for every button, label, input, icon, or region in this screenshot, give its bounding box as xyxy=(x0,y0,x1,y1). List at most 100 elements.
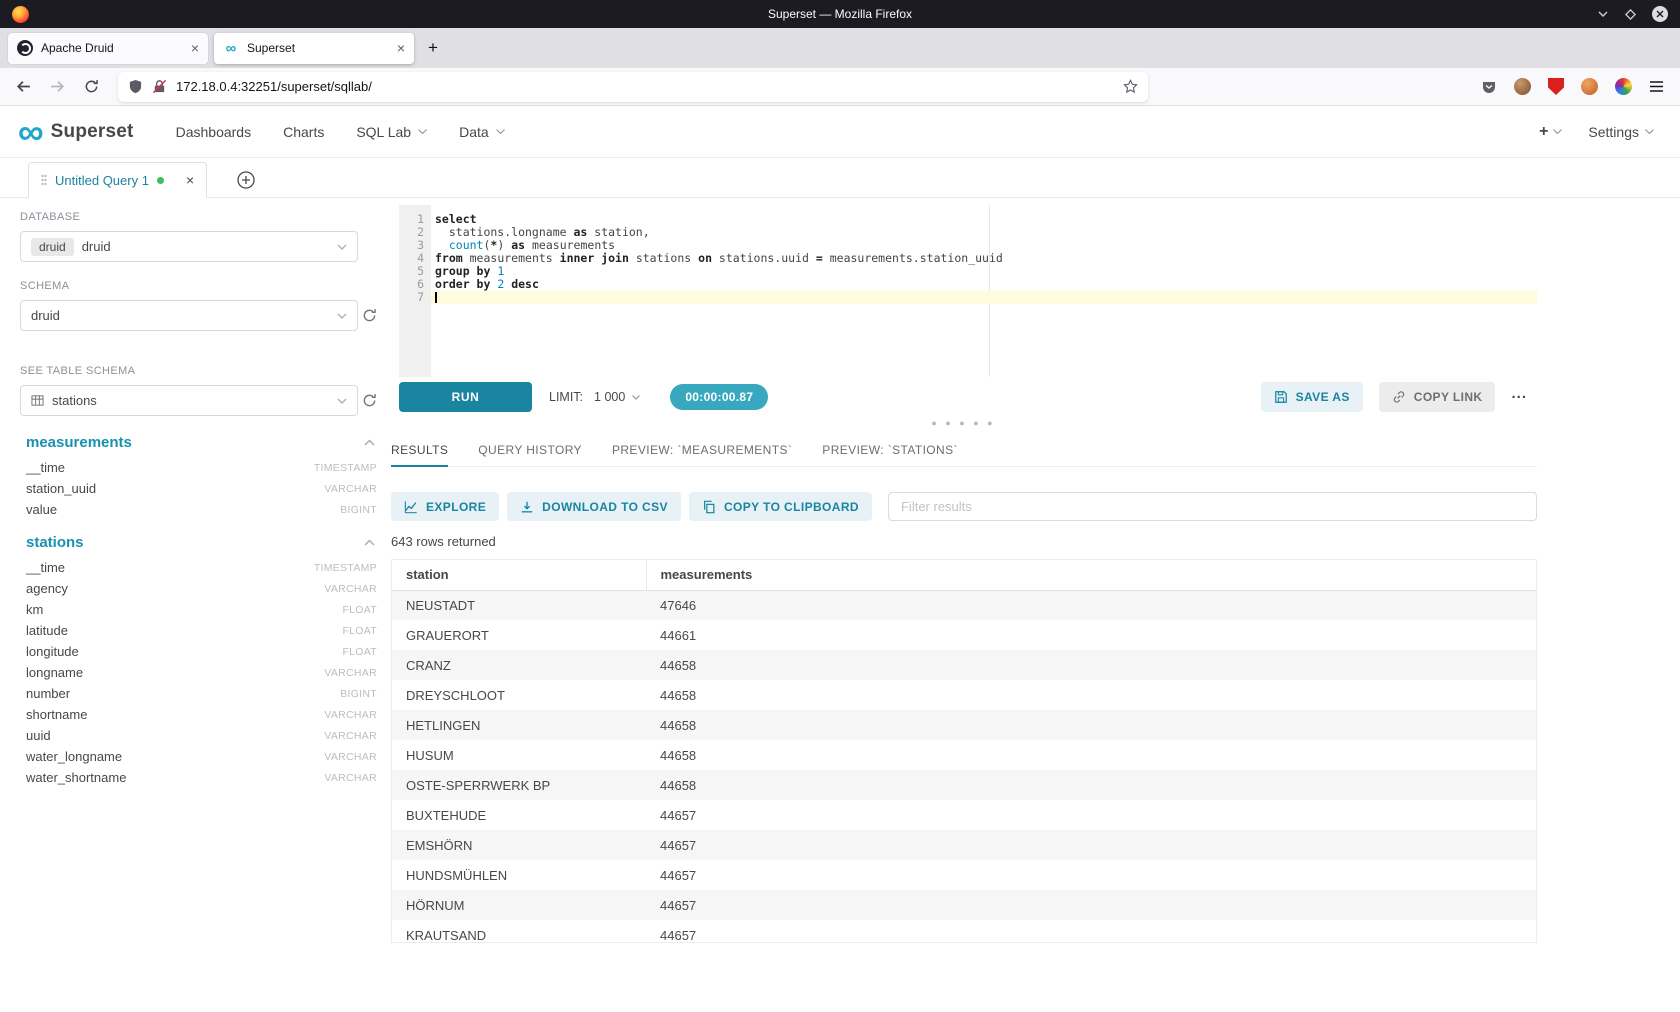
chevron-up-icon[interactable] xyxy=(364,439,377,446)
column-name: water_shortname xyxy=(26,770,126,785)
chevron-down-icon[interactable] xyxy=(337,398,347,404)
results-table: station measurements NEUSTADT47646GRAUER… xyxy=(392,560,1536,943)
column-type: FLOAT xyxy=(342,604,377,616)
schema-column-row: longitudeFLOAT xyxy=(20,641,377,662)
add-query-tab-button[interactable] xyxy=(237,171,255,189)
column-header-station[interactable]: station xyxy=(392,560,646,590)
browser-tab-superset[interactable]: ∞ Superset × xyxy=(214,33,414,64)
pocket-icon[interactable] xyxy=(1481,79,1497,95)
table-row: NEUSTADT47646 xyxy=(392,590,1536,620)
more-options-button[interactable]: ... xyxy=(1511,385,1537,410)
code-area[interactable]: select stations.longname as station, cou… xyxy=(431,205,1537,377)
schema-select[interactable]: druid xyxy=(20,300,358,331)
copy-link-button[interactable]: COPY LINK xyxy=(1379,382,1496,412)
code-line[interactable]: group by 1 xyxy=(431,265,1537,278)
table-cell: HUSUM xyxy=(392,740,646,770)
schema-table-toggle[interactable]: measurements xyxy=(26,434,377,451)
tab-close-icon[interactable]: × xyxy=(191,41,199,55)
url-text[interactable]: 172.18.0.4:32251/superset/sqllab/ xyxy=(176,79,1114,94)
download-csv-label: DOWNLOAD TO CSV xyxy=(542,500,668,514)
schema-column-row: latitudeFLOAT xyxy=(20,620,377,641)
extension-pinwheel-icon[interactable] xyxy=(1615,78,1632,95)
database-select[interactable]: druid druid xyxy=(20,231,358,262)
explore-label: EXPLORE xyxy=(426,500,486,514)
nav-item-dashboards[interactable]: Dashboards xyxy=(160,106,268,157)
column-type: TIMESTAMP xyxy=(314,562,377,574)
table-cell: 47646 xyxy=(646,590,1536,620)
insecure-lock-icon[interactable] xyxy=(152,79,167,94)
window-close-icon[interactable] xyxy=(1652,6,1668,22)
column-type: VARCHAR xyxy=(324,483,377,495)
new-tab-button[interactable]: + xyxy=(420,35,446,61)
reload-icon[interactable] xyxy=(78,74,104,100)
browser-tab-label: Apache Druid xyxy=(41,41,183,55)
query-tab-active[interactable]: Untitled Query 1 × xyxy=(28,162,207,198)
back-icon[interactable] xyxy=(10,74,36,100)
table-cell: GRAUERORT xyxy=(392,620,646,650)
column-name: station_uuid xyxy=(26,481,96,496)
chevron-down-icon[interactable] xyxy=(337,313,347,319)
column-header-measurements[interactable]: measurements xyxy=(646,560,1536,590)
close-query-tab-icon[interactable]: × xyxy=(186,172,194,188)
bookmark-star-icon[interactable] xyxy=(1123,79,1138,94)
table-cell: 44658 xyxy=(646,770,1536,800)
schema-column-row: __timeTIMESTAMP xyxy=(20,557,377,578)
url-field[interactable]: 172.18.0.4:32251/superset/sqllab/ xyxy=(118,72,1148,102)
editor-gutter: 1234567 xyxy=(399,205,431,377)
filter-results-input[interactable] xyxy=(888,492,1537,521)
ublock-icon[interactable] xyxy=(1548,78,1564,95)
refresh-tables-icon[interactable] xyxy=(362,393,377,408)
schema-sidebar: DATABASE druid druid SCHEMA druid SEE TA… xyxy=(0,198,390,1012)
code-line[interactable]: order by 2 desc xyxy=(431,278,1537,291)
save-as-button[interactable]: SAVE AS xyxy=(1261,382,1363,412)
table-row: KRAUTSAND44657 xyxy=(392,920,1536,943)
tab-results[interactable]: RESULTS xyxy=(391,434,448,466)
tab-query-history[interactable]: QUERY HISTORY xyxy=(478,434,582,466)
forward-icon[interactable] xyxy=(44,74,70,100)
table-cell: CRANZ xyxy=(392,650,646,680)
extension-icon-2[interactable] xyxy=(1581,78,1598,95)
browser-tab-label: Superset xyxy=(247,41,389,55)
connection-status-dot xyxy=(157,177,164,184)
nav-item-data[interactable]: Data xyxy=(443,106,521,157)
table-select[interactable]: stations xyxy=(20,385,358,416)
schema-column-row: longnameVARCHAR xyxy=(20,662,377,683)
run-button[interactable]: RUN xyxy=(399,382,532,412)
column-name: number xyxy=(26,686,70,701)
tab-preview-measurements[interactable]: PREVIEW: `MEASUREMENTS` xyxy=(612,434,792,466)
column-type: BIGINT xyxy=(340,504,377,516)
database-badge: druid xyxy=(31,238,74,256)
window-minimize-icon[interactable] xyxy=(1597,8,1609,20)
copy-clipboard-button[interactable]: COPY TO CLIPBOARD xyxy=(689,492,872,521)
tab-close-icon[interactable]: × xyxy=(397,41,405,55)
tracking-shield-icon[interactable] xyxy=(128,79,143,94)
table-cell: 44657 xyxy=(646,830,1536,860)
limit-select[interactable]: 1 000 xyxy=(588,386,646,408)
table-cell: BUXTEHUDE xyxy=(392,800,646,830)
nav-item-charts[interactable]: Charts xyxy=(267,106,340,157)
new-item-menu[interactable]: + xyxy=(1539,123,1562,141)
refresh-schemas-icon[interactable] xyxy=(362,308,377,323)
tab-preview-stations[interactable]: PREVIEW: `STATIONS` xyxy=(822,434,958,466)
line-number: 7 xyxy=(399,291,424,304)
extension-icon-1[interactable] xyxy=(1514,78,1531,95)
download-csv-button[interactable]: DOWNLOAD TO CSV xyxy=(507,492,681,521)
explore-button[interactable]: EXPLORE xyxy=(391,492,499,521)
nav-item-sql-lab[interactable]: SQL Lab xyxy=(340,106,443,157)
chevron-up-icon[interactable] xyxy=(364,539,377,546)
chevron-down-icon[interactable] xyxy=(337,244,347,250)
window-maximize-icon[interactable] xyxy=(1624,8,1637,21)
browser-tab-apache-druid[interactable]: Apache Druid × xyxy=(8,33,208,64)
schema-column-row: shortnameVARCHAR xyxy=(20,704,377,725)
column-name: agency xyxy=(26,581,68,596)
superset-brand[interactable]: ∞ Superset xyxy=(18,119,134,145)
table-row: BUXTEHUDE44657 xyxy=(392,800,1536,830)
schema-table-toggle[interactable]: stations xyxy=(26,534,377,551)
code-line[interactable]: from measurements inner join stations on… xyxy=(431,252,1537,265)
table-row: EMSHÖRN44657 xyxy=(392,830,1536,860)
pane-resize-handle[interactable]: ● ● ● ● ● xyxy=(390,412,1537,434)
code-line[interactable] xyxy=(431,291,1537,304)
settings-menu[interactable]: Settings xyxy=(1588,124,1654,140)
sql-editor[interactable]: 1234567 select stations.longname as stat… xyxy=(399,205,1537,377)
menu-icon[interactable] xyxy=(1649,80,1664,93)
